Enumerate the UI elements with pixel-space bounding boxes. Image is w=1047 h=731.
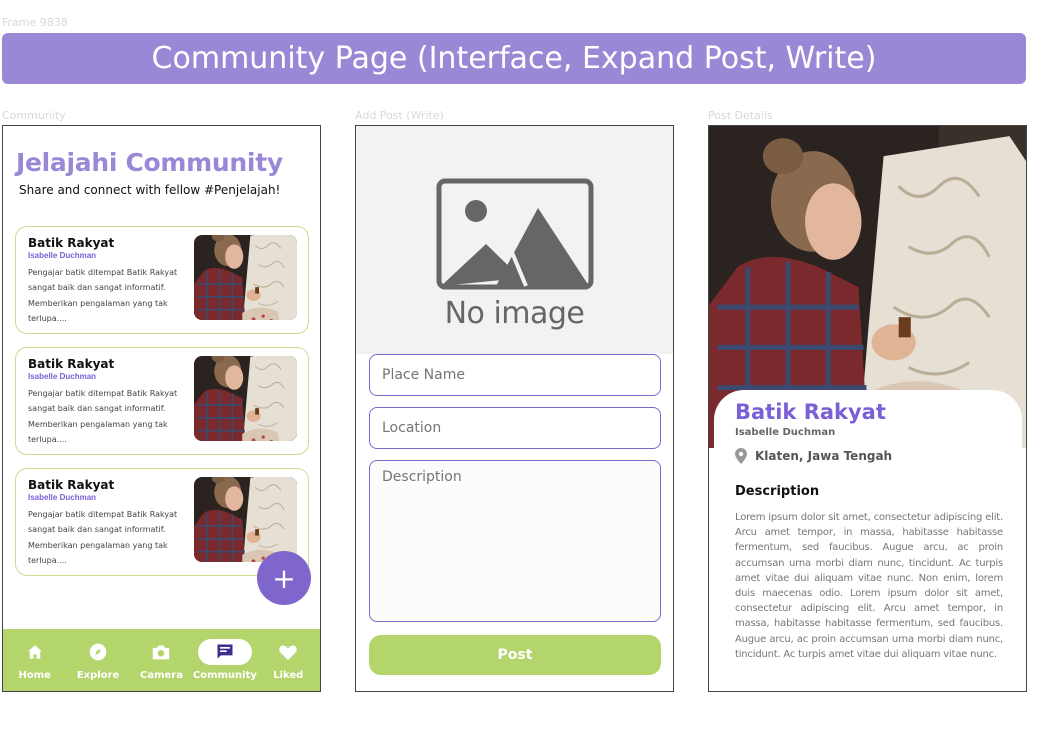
- post-author[interactable]: Isabelle Duchman: [28, 372, 96, 381]
- bottom-nav: Home Explore Camera Community Liked: [3, 629, 320, 691]
- post-title: Batik Rakyat: [735, 400, 886, 424]
- no-image-text: No image: [444, 296, 585, 331]
- nav-item-community[interactable]: Community: [192, 639, 257, 681]
- camera-icon: [134, 639, 188, 665]
- post-card[interactable]: Batik Rakyat Isabelle Duchman Pengajar b…: [15, 226, 309, 334]
- post-thumbnail[interactable]: [194, 356, 297, 441]
- description-text: Lorem ipsum dolor sit amet, consectetur …: [735, 512, 1003, 660]
- post-excerpt: Pengajar batik ditempat Batik Rakyat san…: [28, 268, 178, 323]
- frame-label: Frame 9838: [2, 16, 68, 29]
- nav-item-home[interactable]: Home: [4, 639, 66, 681]
- post-location: Klaten, Jawa Tengah: [735, 448, 892, 464]
- post-title: Batik Rakyat: [28, 357, 115, 371]
- post-title: Batik Rakyat: [28, 478, 115, 492]
- page-banner: Community Page (Interface, Expand Post, …: [2, 33, 1026, 84]
- place-name-input[interactable]: [369, 354, 661, 396]
- screen-label-community: Community: [2, 109, 66, 122]
- nav-item-camera[interactable]: Camera: [130, 639, 192, 681]
- home-icon: [8, 639, 62, 665]
- location-input[interactable]: [369, 407, 661, 449]
- location-pin-icon: [735, 448, 747, 464]
- post-button[interactable]: Post: [369, 635, 661, 675]
- nav-label: Liked: [273, 670, 304, 681]
- post-author[interactable]: Isabelle Duchman: [28, 251, 96, 260]
- description-input[interactable]: [369, 460, 661, 622]
- nav-label: Home: [18, 670, 51, 681]
- heart-icon: [261, 639, 315, 665]
- description-heading: Description: [735, 484, 820, 499]
- nav-label: Explore: [76, 670, 120, 681]
- community-screen: Jelajahi Community Share and connect wit…: [2, 125, 321, 692]
- add-post-screen: No image Post: [355, 125, 674, 692]
- image-placeholder-icon: [436, 178, 594, 290]
- post-title: Batik Rakyat: [28, 236, 115, 250]
- screen-label-add-post: Add Post (Write): [355, 109, 444, 122]
- post-author[interactable]: Isabelle Duchman: [735, 427, 835, 438]
- chat-icon: [197, 639, 252, 665]
- add-post-button[interactable]: +: [257, 551, 311, 605]
- nav-item-explore[interactable]: Explore: [67, 639, 129, 681]
- location-text: Klaten, Jawa Tengah: [755, 449, 893, 463]
- nav-label: Camera: [139, 670, 183, 681]
- page-title: Jelajahi Community: [16, 148, 283, 177]
- post-excerpt: Pengajar batik ditempat Batik Rakyat san…: [28, 389, 178, 444]
- compass-icon: [71, 639, 125, 665]
- post-thumbnail[interactable]: [194, 235, 297, 320]
- post-details-screen: Batik Rakyat Isabelle Duchman Klaten, Ja…: [708, 125, 1027, 692]
- post-detail-card: Batik Rakyat Isabelle Duchman Klaten, Ja…: [714, 390, 1022, 691]
- page-subtitle: Share and connect with fellow #Penjelaja…: [19, 183, 281, 197]
- post-author[interactable]: Isabelle Duchman: [28, 493, 96, 502]
- image-upload-area[interactable]: No image: [356, 126, 673, 354]
- nav-item-liked[interactable]: Liked: [257, 639, 319, 681]
- post-card[interactable]: Batik Rakyat Isabelle Duchman Pengajar b…: [15, 347, 309, 455]
- post-excerpt: Pengajar batik ditempat Batik Rakyat san…: [28, 510, 178, 565]
- post-thumbnail[interactable]: [194, 477, 297, 562]
- screen-label-post-details: Post Details: [708, 109, 773, 122]
- nav-label: Community: [192, 670, 257, 681]
